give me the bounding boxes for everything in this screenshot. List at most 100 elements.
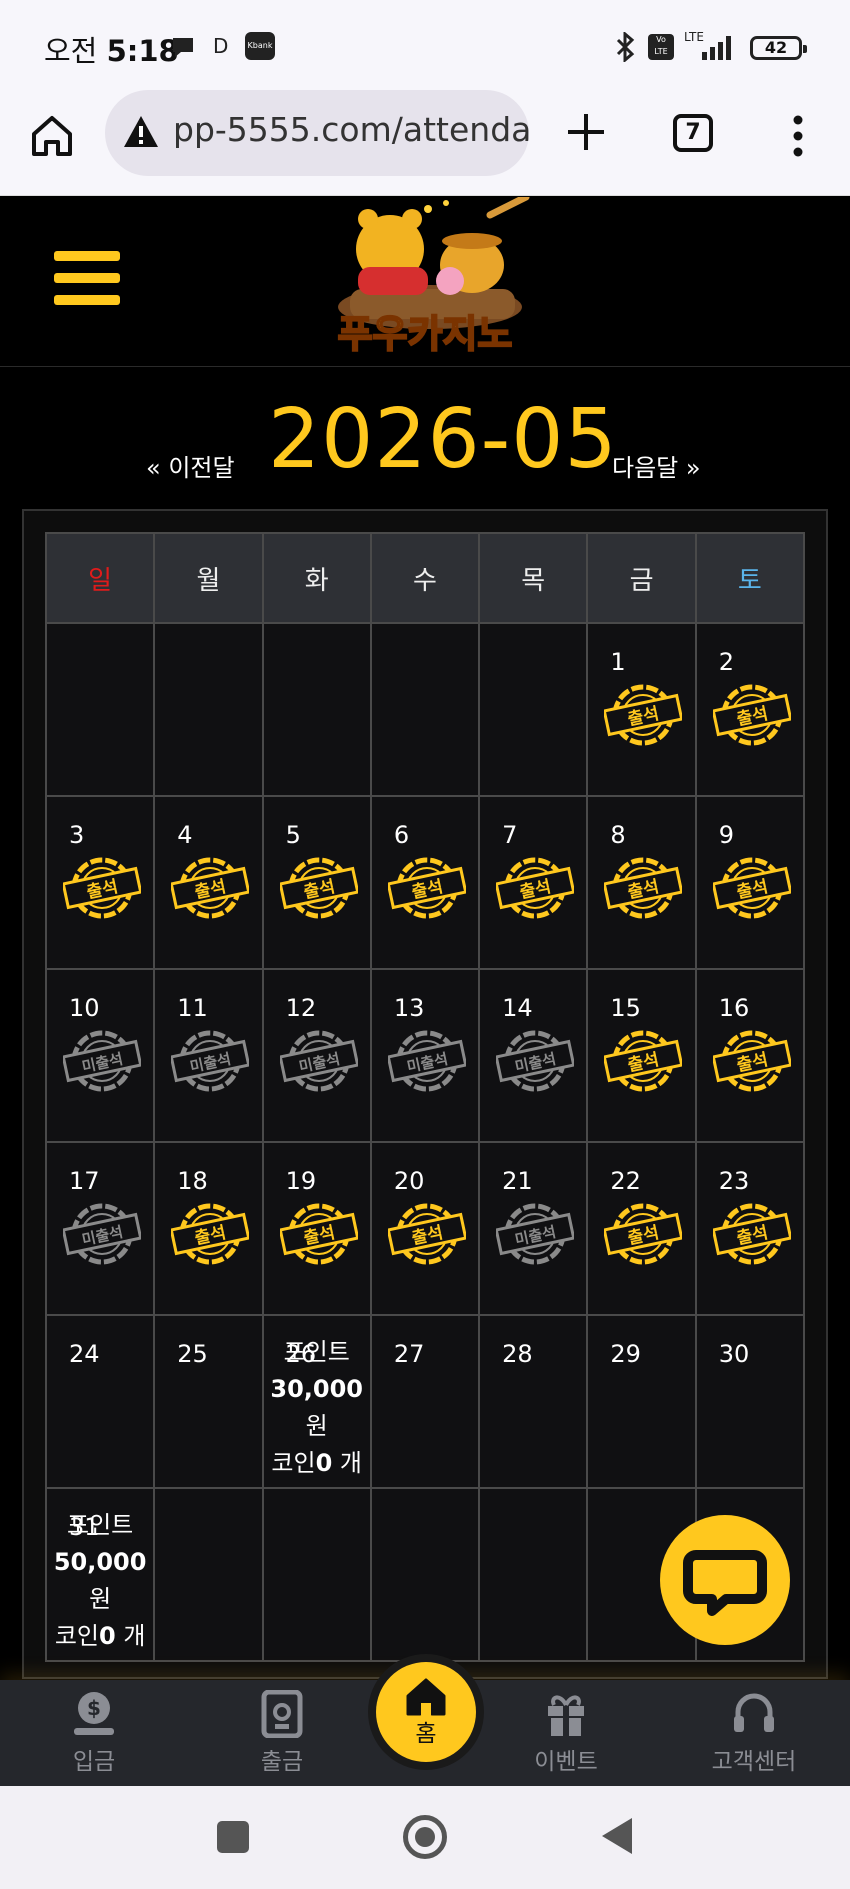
attended-stamp-icon: 출석: [604, 857, 683, 919]
svg-text:$: $: [87, 1696, 101, 1720]
reward-type: 포인트: [283, 1338, 350, 1366]
calendar-day-cell: 30: [694, 1314, 806, 1489]
calendar-empty-cell: [153, 622, 264, 797]
volte-icon: Vo LTE: [648, 34, 674, 60]
attended-stamp-icon: 출석: [604, 1030, 683, 1092]
day-number: 25: [177, 1340, 208, 1368]
more-menu-icon[interactable]: [782, 112, 814, 160]
calendar-day-cell: 21 미출석: [478, 1141, 589, 1316]
warning-icon[interactable]: [121, 112, 161, 152]
calendar-empty-cell: [369, 1487, 481, 1662]
calendar-day-cell: 18 출석: [153, 1141, 264, 1316]
weekday-wed: 수: [369, 532, 481, 624]
reward-amount: 30,000: [270, 1375, 364, 1403]
back-icon[interactable]: [598, 1816, 634, 1856]
coin-count: 0: [99, 1622, 116, 1650]
day-number: 21: [502, 1167, 533, 1195]
home-icon: [406, 1678, 446, 1716]
address-bar[interactable]: pp-5555.com/attendan: [105, 90, 529, 176]
url-text[interactable]: pp-5555.com/attendan: [173, 110, 529, 149]
attended-stamp-icon: 출석: [712, 684, 791, 746]
calendar-empty-cell: [44, 622, 156, 797]
tab-switcher-button[interactable]: 7: [673, 114, 713, 152]
calendar-day-cell: 17 미출석: [44, 1141, 156, 1316]
day-number: 12: [285, 994, 317, 1022]
new-tab-icon[interactable]: [562, 108, 610, 156]
weekday-mon: 월: [153, 532, 264, 624]
day-number: 27: [393, 1340, 425, 1368]
calendar-day-cell: 10 미출석: [44, 968, 156, 1143]
weekday-sat: 토: [694, 532, 806, 624]
hamburger-menu-icon[interactable]: [54, 251, 120, 307]
attended-stamp-icon: 출석: [712, 857, 791, 919]
calendar-day-cell: 28: [478, 1314, 589, 1489]
calendar-week-row: 1 출석 2 출석: [44, 622, 806, 797]
calendar-day-cell: 1 출석: [586, 622, 697, 797]
weekday-fri: 금: [586, 532, 697, 624]
chat-icon: [683, 1550, 767, 1616]
attended-stamp-icon: 출석: [604, 684, 683, 746]
calendar-day-cell: 12 미출석: [261, 968, 372, 1143]
day-number: 29: [610, 1340, 641, 1368]
day-number: 2: [718, 648, 734, 676]
reward-coin: 코인0 개: [47, 1618, 153, 1655]
coin-label: 코인: [271, 1449, 316, 1477]
month-navigation: « 이전달 2026-05 다음달 »: [0, 380, 850, 487]
calendar-empty-cell: [369, 622, 481, 797]
reward-info: 포인트 30,000 원 코인0 개: [264, 1334, 370, 1482]
attended-stamp-icon: 출석: [496, 857, 575, 919]
calendar-day-cell: 22 출석: [586, 1141, 697, 1316]
calendar-empty-cell: [261, 622, 372, 797]
day-number: 20: [393, 1167, 425, 1195]
attended-stamp-icon: 출석: [63, 857, 141, 919]
day-number: 3: [69, 821, 85, 849]
gift-icon: [548, 1695, 584, 1736]
attendance-calendar: 일 월 화 수 목 금 토 1 출석 2 출석 3 출석 4 출석 5 출석 6 출석 7 출석 8 출석 9 출…: [44, 532, 806, 1662]
day-number: 30: [718, 1340, 750, 1368]
nav-withdraw[interactable]: 출금: [222, 1680, 342, 1786]
signal-icon: [702, 36, 731, 60]
missed-stamp-icon: 미출석: [387, 1030, 466, 1092]
browser-home-icon[interactable]: [28, 112, 76, 160]
calendar-day-cell: 26 포인트 30,000 원 코인0 개: [261, 1314, 372, 1489]
calendar-day-cell: 24: [44, 1314, 156, 1489]
status-bar: 오전 5:18 D Kbank Vo LTE LTE 42: [0, 0, 850, 88]
month-title: 2026-05: [268, 392, 618, 487]
calendar-week-row: 3 출석 4 출석 5 출석 6 출석 7 출석 8 출석 9 출석: [44, 795, 806, 970]
day-number: 9: [718, 821, 734, 849]
attended-stamp-icon: 출석: [279, 1203, 358, 1265]
status-time: 오전 5:18: [44, 34, 179, 68]
nav-home[interactable]: 홈: [368, 1654, 484, 1770]
recents-icon[interactable]: [217, 1821, 249, 1853]
day-number: 14: [502, 994, 533, 1022]
calendar-day-cell: 6 출석: [369, 795, 481, 970]
nav-home-label: 홈: [415, 1721, 437, 1747]
prev-month-link[interactable]: « 이전달: [146, 448, 235, 483]
calendar-week-row: 17 미출석 18 출석 19 출석 20 출석 21 미출석 22 출석 23 출석: [44, 1141, 806, 1316]
site-header: 푸우카지노: [0, 197, 850, 367]
bluetooth-icon: [616, 32, 635, 62]
missed-stamp-icon: 미출석: [63, 1203, 141, 1265]
battery-icon: 42: [750, 36, 807, 60]
day-number: 22: [610, 1167, 641, 1195]
nav-support[interactable]: 고객센터: [694, 1680, 814, 1786]
reward-coin: 코인0 개: [264, 1445, 370, 1482]
live-chat-button[interactable]: [660, 1515, 790, 1645]
day-number: 7: [502, 821, 518, 849]
calendar-empty-cell: [261, 1487, 372, 1662]
day-number: 5: [285, 821, 301, 849]
nav-deposit[interactable]: $ 입금: [34, 1680, 154, 1786]
weekday-tue: 화: [261, 532, 372, 624]
calendar-day-cell: 4 출석: [153, 795, 264, 970]
next-month-link[interactable]: 다음달 »: [612, 448, 701, 483]
nav-event[interactable]: 이벤트: [506, 1680, 626, 1786]
day-number: 18: [177, 1167, 208, 1195]
attended-stamp-icon: 출석: [604, 1203, 683, 1265]
calendar-week-row: 24 25 26 포인트 30,000 원 코인0 개 27 28 29 30: [44, 1314, 806, 1489]
logo[interactable]: 푸우카지노: [300, 197, 550, 357]
system-home-icon[interactable]: [403, 1815, 447, 1859]
weekday-header-row: 일 월 화 수 목 금 토: [44, 532, 806, 624]
safe-icon: [261, 1690, 303, 1738]
calendar-day-cell: 27: [369, 1314, 481, 1489]
calendar-day-cell: 9 출석: [694, 795, 806, 970]
